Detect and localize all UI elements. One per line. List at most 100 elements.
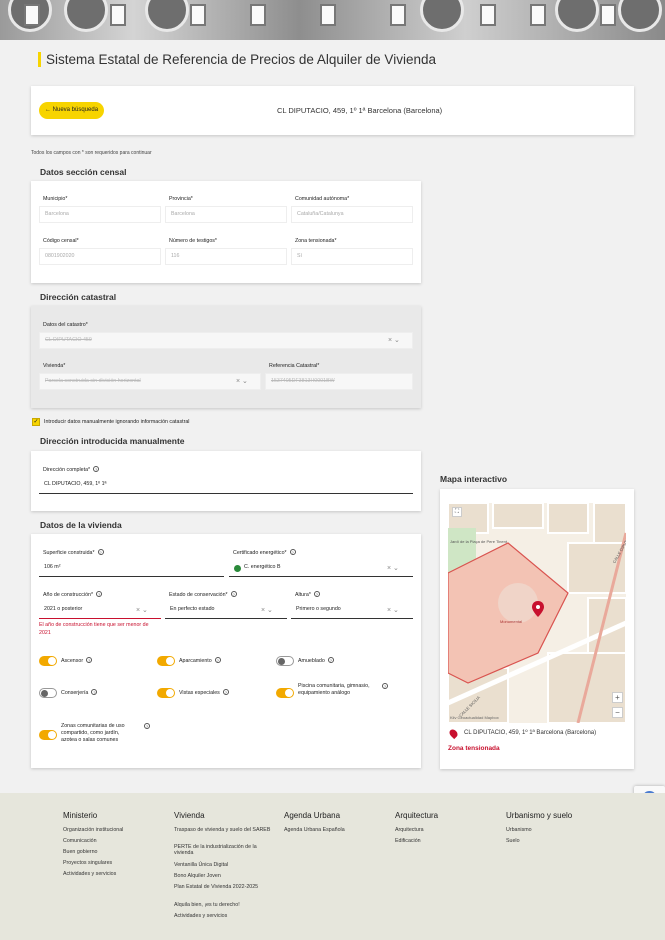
- referencia-label: Referencia Catastral*: [269, 363, 320, 369]
- testigos-label: Número de testigos*: [169, 238, 217, 244]
- clear-icon: × ⌄: [388, 337, 400, 344]
- header-banner-image: [0, 0, 665, 40]
- help-icon: ?: [327, 657, 334, 663]
- footer-link[interactable]: Proyectos singulares: [63, 860, 112, 866]
- energy-dot-icon: [234, 565, 241, 572]
- footer-link[interactable]: Bono Alquiler Joven: [174, 873, 221, 879]
- superficie-input[interactable]: 106 m²: [39, 560, 224, 577]
- footer-link[interactable]: Buen gobierno: [63, 849, 97, 855]
- help-icon: ?: [222, 689, 229, 695]
- zona-tensionada-label: Zona tensionada: [448, 745, 500, 752]
- anio-error: El año de construcción tiene que ser men…: [39, 622, 149, 636]
- manual-card: Dirección completa*? CL DIPUTACIO, 459, …: [31, 451, 421, 511]
- fullscreen-icon[interactable]: ⛶: [452, 507, 462, 517]
- clear-icon[interactable]: × ⌄: [387, 606, 399, 614]
- clear-icon[interactable]: × ⌄: [387, 564, 399, 572]
- censal-card: Municipio* Barcelona Provincia* Barcelon…: [31, 181, 421, 283]
- footer-link[interactable]: Arquitectura: [395, 827, 424, 833]
- aparcamiento-toggle[interactable]: [157, 656, 175, 666]
- superficie-label: Superficie construida*?: [43, 549, 104, 556]
- manual-checkbox[interactable]: ✓: [32, 418, 40, 426]
- required-note: Todos los campos con * son requeridos pa…: [31, 150, 152, 156]
- map-label-place: Monumental: [500, 619, 522, 624]
- map-label-plaza: Jardí de la Plaça de Pere Tinent: [450, 539, 508, 544]
- help-icon: ?: [313, 591, 320, 597]
- amueblado-label: Amueblado?: [298, 657, 334, 664]
- municipio-field: Barcelona: [39, 206, 161, 223]
- municipio-label: Municipio*: [43, 196, 68, 202]
- footer-link[interactable]: Actividades y servicios: [174, 913, 227, 919]
- help-icon: ?: [97, 549, 104, 555]
- conserjeria-toggle[interactable]: [39, 688, 57, 698]
- certificado-label: Certificado energético*?: [233, 549, 296, 556]
- comunidad-field: Cataluña/Catalunya: [291, 206, 413, 223]
- footer-link[interactable]: Traspaso de vivienda y suelo del SAREB: [174, 827, 272, 833]
- vivienda-card: Superficie construida*? 106 m² Certifica…: [31, 534, 421, 768]
- codigo-label: Código censal*: [43, 238, 79, 244]
- zoom-out-button[interactable]: −: [612, 707, 623, 718]
- zonas-label: Zonas comunitarias de uso compartido, co…: [61, 723, 125, 743]
- help-icon: ?: [382, 683, 388, 689]
- manual-checkbox-label: Introducir datos manualmente ignorando i…: [44, 419, 190, 425]
- new-search-button[interactable]: ← Nueva búsqueda: [39, 102, 105, 119]
- zona-label: Zona tensionada*: [295, 238, 337, 244]
- map-card: Jardí de la Plaça de Pere Tinent Monumen…: [440, 489, 634, 769]
- zona-field: Sí: [291, 248, 413, 265]
- vivienda-label: Vivienda*: [43, 363, 66, 369]
- map-attribution: Kiiv Geoactualidad Mapbox: [450, 715, 499, 720]
- clear-icon: × ⌄: [236, 378, 248, 385]
- footer-link[interactable]: Ventanilla Única Digital: [174, 862, 228, 868]
- footer-link[interactable]: Comunicación: [63, 838, 97, 844]
- footer-col-title: Urbanismo y suelo: [506, 811, 573, 820]
- footer-link[interactable]: Organización institucional: [63, 827, 123, 833]
- help-icon: ?: [214, 657, 221, 663]
- help-icon: ?: [144, 723, 150, 729]
- catastral-card: Datos del catastro* CL DIPUTACIO 459 × ⌄…: [31, 306, 421, 408]
- section-title-censal: Datos sección censal: [40, 167, 127, 177]
- help-icon: ?: [93, 466, 100, 472]
- aparcamiento-label: Aparcamiento?: [179, 657, 221, 664]
- help-icon: ?: [289, 549, 296, 555]
- map-address: CL DIPUTACIO, 459, 1º 1ª Barcelona (Barc…: [464, 730, 597, 736]
- piscina-label: Piscina comunitaria, gimnasio, equipamie…: [298, 683, 370, 696]
- footer-link[interactable]: PERTE de la industrialización de la vivi…: [174, 844, 272, 856]
- footer-col-title: Ministerio: [63, 811, 98, 820]
- piscina-toggle[interactable]: [276, 688, 294, 698]
- section-title-manual: Dirección introducida manualmente: [40, 436, 185, 446]
- help-icon: ?: [230, 591, 237, 597]
- vivienda-select: Parcela construida sin división horizont…: [39, 373, 261, 390]
- ascensor-label: Ascensor?: [61, 657, 93, 664]
- codigo-field: 0801902020: [39, 248, 161, 265]
- footer-link[interactable]: Urbanismo: [506, 827, 532, 833]
- conserjeria-label: Conserjería?: [61, 689, 98, 696]
- interactive-map[interactable]: Jardí de la Plaça de Pere Tinent Monumen…: [448, 503, 626, 723]
- footer-link[interactable]: Suelo: [506, 838, 520, 844]
- footer-link[interactable]: Agenda Urbana Española: [284, 827, 345, 833]
- clear-icon[interactable]: × ⌄: [261, 606, 273, 614]
- help-icon: ?: [96, 591, 103, 597]
- vistas-toggle[interactable]: [157, 688, 175, 698]
- footer-link[interactable]: Alquila bien, ¡es tu derecho!: [174, 902, 240, 908]
- footer-link[interactable]: Plan Estatal de Vivienda 2022-2025: [174, 884, 266, 890]
- direccion-input[interactable]: CL DIPUTACIO, 459, 1º 1ª: [39, 477, 413, 494]
- help-icon: ?: [91, 689, 98, 695]
- amueblado-toggle[interactable]: [276, 656, 294, 666]
- clear-icon[interactable]: × ⌄: [136, 606, 148, 614]
- arrow-left-icon: ←: [45, 107, 53, 113]
- estado-label: Estado de conservación*?: [169, 591, 237, 598]
- zoom-in-button[interactable]: +: [612, 692, 623, 703]
- footer-col-title: Arquitectura: [395, 811, 439, 820]
- catastro-select: CL DIPUTACIO 459: [39, 332, 413, 349]
- search-card: ← Nueva búsqueda CL DIPUTACIO, 459, 1º 1…: [31, 86, 634, 135]
- footer-link[interactable]: Actividades y servicios: [63, 871, 116, 877]
- search-address: CL DIPUTACIO, 459, 1º 1ª Barcelona (Barc…: [277, 106, 443, 115]
- footer-col-title: Agenda Urbana: [284, 811, 341, 820]
- direccion-label: Dirección completa*?: [43, 466, 100, 473]
- footer-col-title: Vivienda: [174, 811, 205, 820]
- footer: Ministerio Organización institucional Co…: [0, 793, 665, 940]
- zonas-toggle[interactable]: [39, 730, 57, 740]
- catastro-label: Datos del catastro*: [43, 322, 88, 328]
- certificado-select[interactable]: C. energético B: [229, 560, 413, 577]
- footer-link[interactable]: Edificación: [395, 838, 421, 844]
- ascensor-toggle[interactable]: [39, 656, 57, 666]
